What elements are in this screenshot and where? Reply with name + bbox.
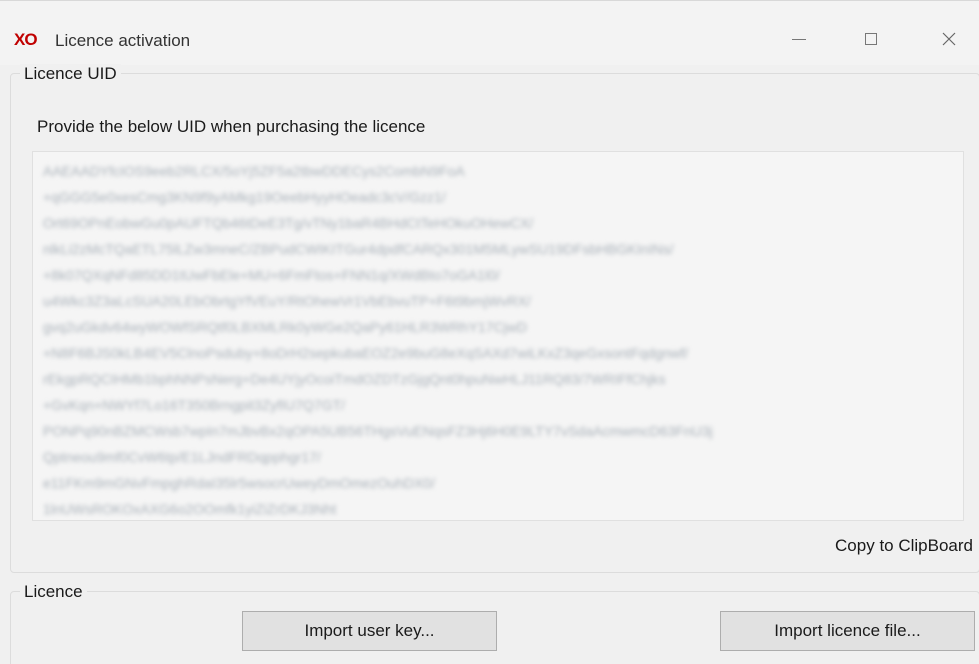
licence-activation-window: XO Licence activation Licence UID Provid…: [0, 0, 979, 664]
maximize-icon: [865, 33, 877, 45]
window-title: Licence activation: [55, 31, 191, 50]
minimize-button[interactable]: [776, 19, 822, 59]
import-user-key-button[interactable]: Import user key...: [242, 611, 497, 651]
uid-text-area[interactable]: AAEAADYfcIOS9eeb2RLCX/5oYj5ZF5a2tbwDDECy…: [32, 151, 964, 521]
licence-legend: Licence: [20, 582, 87, 602]
title-bar[interactable]: XO Licence activation: [0, 1, 979, 65]
copy-to-clipboard-button[interactable]: Copy to ClipBoard: [835, 536, 973, 556]
licence-uid-legend: Licence UID: [20, 64, 121, 84]
import-licence-file-button[interactable]: Import licence file...: [720, 611, 975, 651]
uid-blurred-content: AAEAADYfcIOS9eeb2RLCX/5oYj5ZF5a2tbwDDECy…: [43, 163, 713, 517]
xo-logo-icon: XO: [14, 30, 38, 49]
minimize-icon: [792, 38, 806, 40]
close-button[interactable]: [926, 19, 972, 59]
maximize-button[interactable]: [848, 19, 894, 59]
uid-prompt-text: Provide the below UID when purchasing th…: [37, 117, 426, 136]
close-icon: [942, 32, 956, 46]
